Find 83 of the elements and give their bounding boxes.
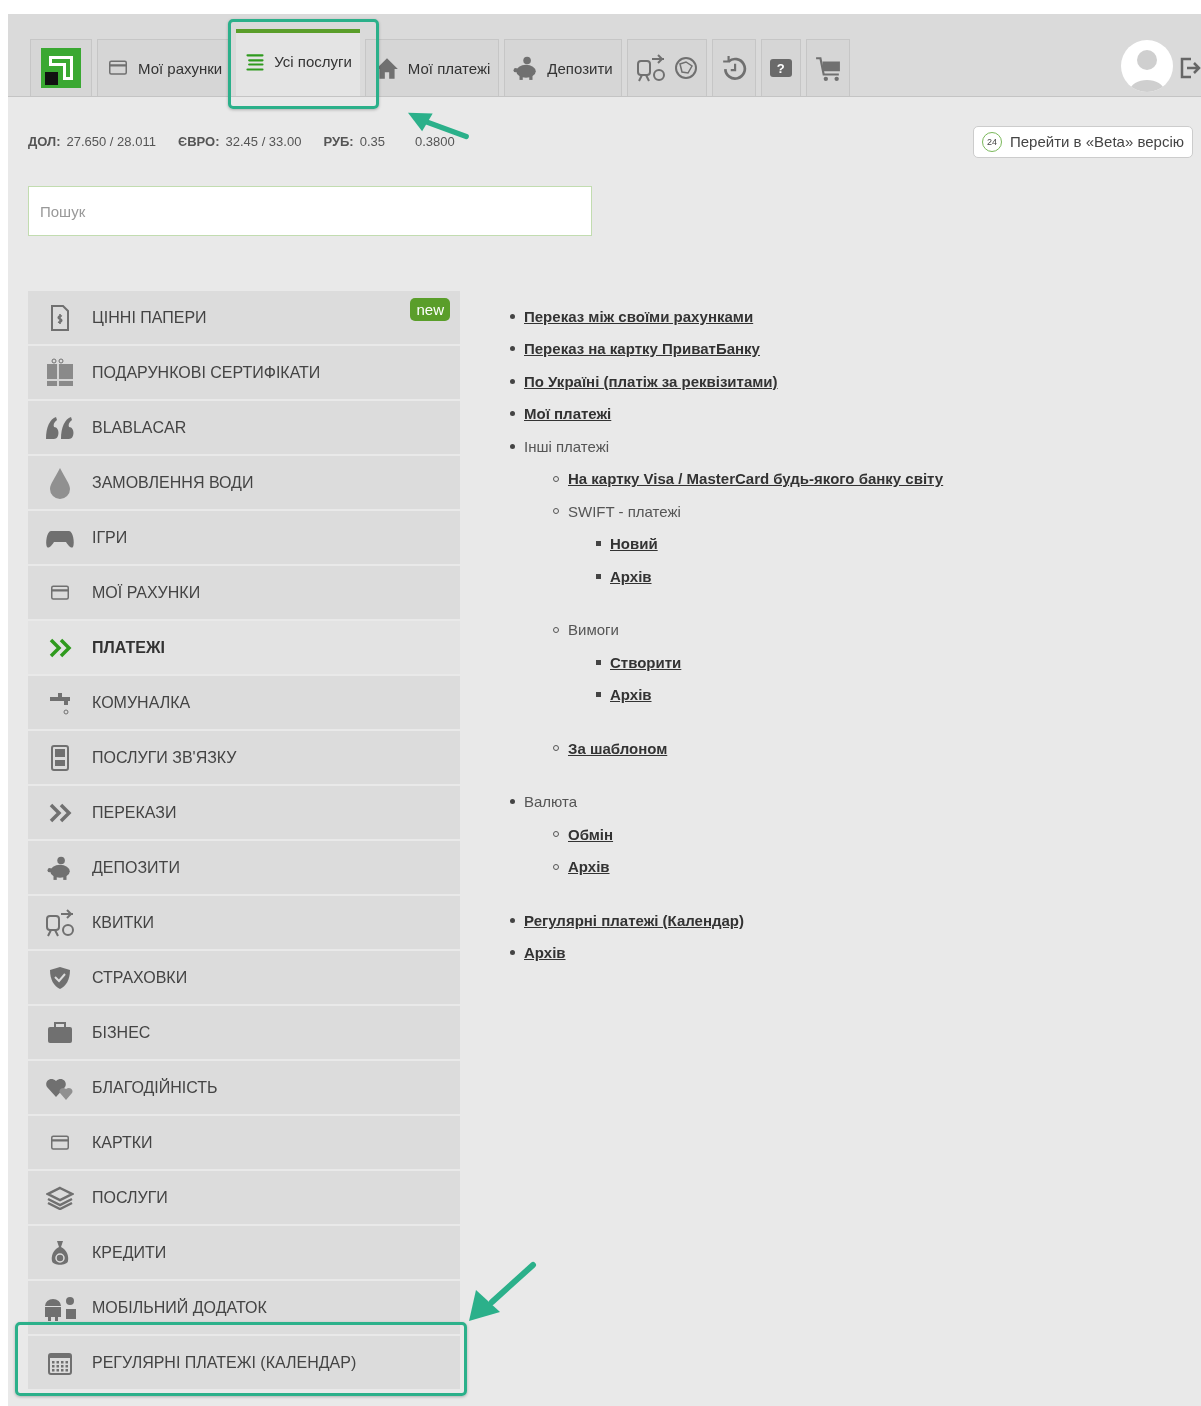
link[interactable]: Архів bbox=[610, 567, 652, 585]
nav-tab[interactable] bbox=[711, 39, 756, 96]
menu-item[interactable]: ЗАМОВЛЕННЯ ВОДИ bbox=[28, 456, 460, 509]
layers-icon bbox=[46, 1185, 74, 1210]
beta-version-button[interactable]: 24 Перейти в «Beta» версію bbox=[972, 125, 1193, 158]
logo[interactable] bbox=[30, 39, 92, 96]
chevrons-icon bbox=[47, 801, 73, 824]
menu-item[interactable]: КРЕДИТИ bbox=[28, 1226, 460, 1279]
menu-item[interactable]: КАРТКИ bbox=[28, 1116, 460, 1169]
list-heading: Інші платежі bbox=[524, 437, 610, 455]
bullet bbox=[510, 443, 515, 449]
pointer-arrow bbox=[466, 1260, 538, 1324]
briefcase-icon bbox=[47, 1020, 73, 1045]
menu-item[interactable]: БІЗНЕС bbox=[28, 1006, 460, 1059]
menu-item[interactable]: КВИТКИ bbox=[28, 896, 460, 949]
bullet bbox=[510, 346, 515, 352]
cart-icon bbox=[814, 55, 841, 81]
link[interactable]: Архів bbox=[610, 686, 652, 704]
logout-icon[interactable] bbox=[1179, 56, 1201, 80]
menu-item[interactable]: ПЛАТЕЖІ bbox=[28, 621, 460, 674]
exchange-rate: ДОЛ: 27.650 / 28.011 bbox=[28, 134, 156, 149]
bullet bbox=[510, 799, 515, 805]
menu-item[interactable]: БЛАГОДІЙНІСТЬ bbox=[28, 1061, 460, 1114]
nav-tab[interactable] bbox=[805, 39, 850, 96]
globe-icon bbox=[673, 56, 698, 80]
menu-item[interactable]: МОЇ РАХУНКИ bbox=[28, 566, 460, 619]
bullet bbox=[596, 659, 601, 665]
bullet bbox=[596, 573, 601, 579]
list-heading: SWIFT - платежі bbox=[568, 502, 681, 520]
shield-icon bbox=[48, 964, 72, 991]
list-icon bbox=[244, 51, 267, 72]
search-field[interactable]: Пошук bbox=[28, 186, 592, 236]
chevrons-icon bbox=[47, 636, 73, 659]
card-icon bbox=[48, 1133, 72, 1152]
train-plane-icon bbox=[635, 53, 666, 83]
bullet bbox=[510, 411, 515, 417]
link[interactable]: По Україні (платіж за реквізитами) bbox=[524, 372, 778, 390]
card-icon bbox=[48, 583, 72, 602]
menu-item[interactable]: СТРАХОВКИ bbox=[28, 951, 460, 1004]
bullet bbox=[510, 950, 515, 956]
money-bag-icon bbox=[50, 1238, 70, 1267]
menu-item[interactable]: ЦІННІ ПАПЕРИ new bbox=[28, 291, 460, 344]
nav-tab[interactable]: Усі послуги bbox=[228, 19, 379, 109]
document-dollar-icon bbox=[48, 303, 72, 332]
bullet bbox=[510, 917, 515, 923]
link[interactable]: Новий bbox=[610, 535, 658, 553]
bullet bbox=[596, 692, 601, 698]
bullet bbox=[510, 378, 515, 384]
menu-item[interactable]: ІГРИ bbox=[28, 511, 460, 564]
card-icon bbox=[106, 59, 130, 77]
history-icon bbox=[720, 55, 747, 81]
new-badge: new bbox=[410, 298, 450, 321]
menu-item[interactable]: РЕГУЛЯРНІ ПЛАТЕЖІ (КАЛЕНДАР) bbox=[15, 1322, 467, 1396]
menu-item[interactable]: ДЕПОЗИТИ bbox=[28, 841, 460, 894]
link[interactable]: Архів bbox=[524, 944, 566, 962]
menu-item[interactable]: ПЕРЕКАЗИ bbox=[28, 786, 460, 839]
piggy-bank-icon bbox=[47, 854, 73, 881]
menu-item[interactable]: ПОСЛУГИ bbox=[28, 1171, 460, 1224]
nav-tab[interactable]: Депозити bbox=[504, 39, 622, 96]
train-plane-icon bbox=[45, 907, 75, 938]
menu-item[interactable]: BLABLACAR bbox=[28, 401, 460, 454]
link[interactable]: Переказ на картку ПриватБанку bbox=[524, 340, 760, 358]
link[interactable]: Створити bbox=[610, 653, 682, 671]
link[interactable]: Архів bbox=[568, 858, 610, 876]
nav-tab[interactable] bbox=[626, 39, 707, 96]
link[interactable]: На картку Visa / MasterCard будь-якого банку світу bbox=[568, 470, 944, 488]
gift-icon bbox=[45, 357, 75, 388]
bullet bbox=[510, 313, 515, 319]
bullet bbox=[596, 541, 601, 547]
list-heading: Вимоги bbox=[568, 621, 619, 639]
link[interactable]: Переказ між своїми рахунками bbox=[524, 307, 754, 325]
link[interactable]: За шаблоном bbox=[568, 739, 668, 757]
exchange-rate: ЄВРО: 32.45 / 33.00 bbox=[177, 134, 302, 149]
menu-item[interactable]: ПОСЛУГИ ЗВ'ЯЗКУ bbox=[28, 731, 460, 784]
exchange-rate: РУБ: 0.35 0.3800 bbox=[323, 134, 455, 149]
link[interactable]: Мої платежі bbox=[524, 405, 612, 423]
phone-icon bbox=[50, 744, 70, 771]
menu-item[interactable]: ПОДАРУНКОВІ СЕРТИФІКАТИ bbox=[28, 346, 460, 399]
menu-item[interactable]: КОМУНАЛКА bbox=[28, 676, 460, 729]
link[interactable]: Регулярні платежі (Календар) bbox=[524, 911, 745, 929]
list-heading: Валюта bbox=[524, 793, 578, 811]
link[interactable]: Обмін bbox=[568, 825, 614, 843]
help-tab[interactable]: ? bbox=[760, 39, 801, 96]
